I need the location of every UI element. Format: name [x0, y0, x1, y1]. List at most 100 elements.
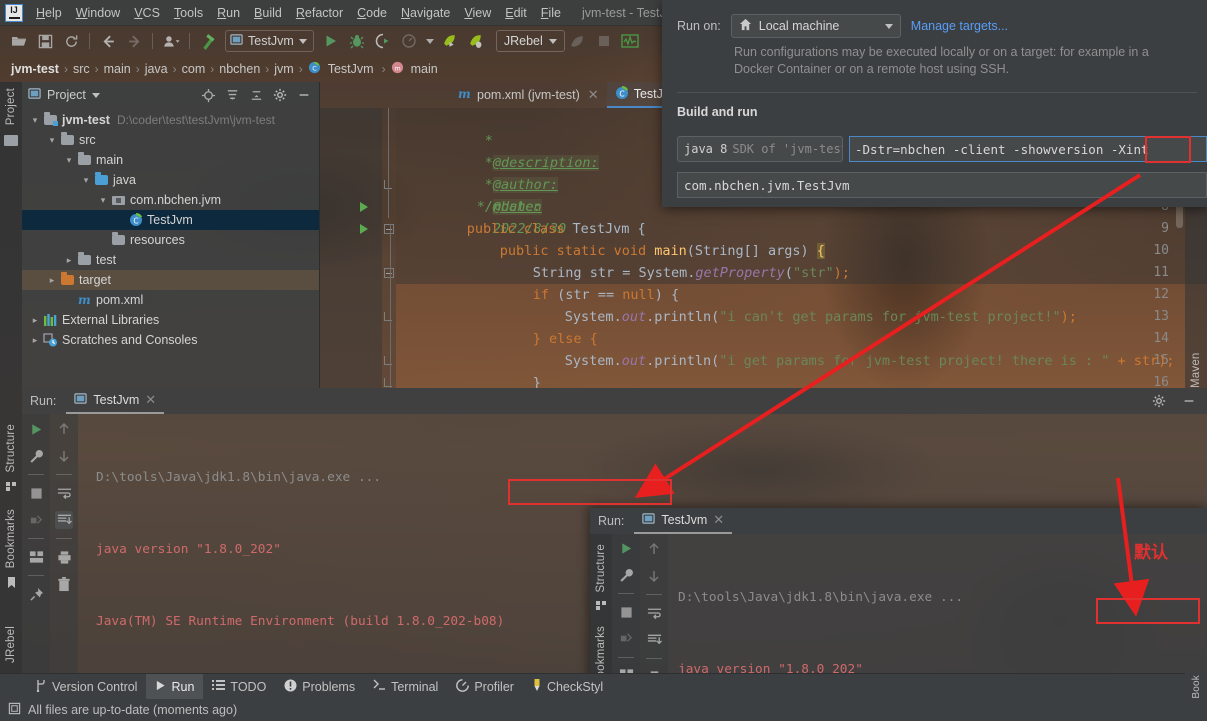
main-class-input[interactable]: com.nbchen.jvm.TestJvm — [677, 172, 1207, 198]
fold-end-marker[interactable] — [384, 356, 394, 366]
chevron-right-icon[interactable]: ▸ — [62, 255, 76, 266]
menu-tools[interactable]: Tools — [167, 3, 210, 23]
chevron-down-icon[interactable] — [92, 93, 100, 98]
menu-file[interactable]: File — [534, 3, 568, 23]
tree-node-resources[interactable]: resources — [22, 230, 319, 250]
activity-monitor-icon[interactable] — [619, 30, 641, 52]
menu-code[interactable]: Code — [350, 3, 394, 23]
tree-node-test[interactable]: ▸test — [22, 250, 319, 270]
rerun-icon[interactable] — [617, 540, 635, 558]
tool-button-terminal[interactable]: Terminal — [364, 674, 447, 700]
back-arrow-icon[interactable] — [97, 30, 119, 52]
chevron-down-icon[interactable]: ▾ — [62, 155, 76, 166]
breadcrumb-item-2[interactable]: main — [101, 62, 134, 76]
tree-node-pom-xml[interactable]: mpom.xml — [22, 290, 319, 310]
search-everywhere-icon[interactable] — [567, 30, 589, 52]
scroll-to-end-icon[interactable] — [55, 511, 73, 529]
manage-targets-link[interactable]: Manage targets... — [911, 19, 1008, 33]
stripe-label-structure[interactable]: Structure — [595, 544, 607, 592]
stripe-label-bookmarks[interactable]: Bookmarks — [5, 509, 17, 568]
chevron-down-icon[interactable]: ▾ — [45, 135, 59, 146]
chevron-down-icon[interactable]: ▾ — [96, 195, 110, 206]
stop-icon[interactable] — [27, 484, 45, 502]
menu-view[interactable]: View — [457, 3, 498, 23]
chevron-down-icon[interactable]: ▾ — [79, 175, 93, 186]
jrebel-run-icon[interactable] — [440, 30, 462, 52]
close-icon[interactable]: ✕ — [145, 392, 156, 408]
tree-node-target[interactable]: ▸target — [22, 270, 319, 290]
save-icon[interactable] — [34, 30, 56, 52]
close-icon[interactable]: ✕ — [713, 512, 724, 528]
menu-refactor[interactable]: Refactor — [289, 3, 350, 23]
chevron-right-icon[interactable]: ▸ — [28, 315, 42, 326]
menu-edit[interactable]: Edit — [498, 3, 534, 23]
fold-marker[interactable] — [384, 224, 394, 234]
soft-wrap-icon[interactable] — [55, 484, 73, 502]
scroll-to-end-icon[interactable] — [645, 631, 663, 649]
breadcrumb-item-8[interactable]: main — [408, 62, 441, 76]
breadcrumb-item-4[interactable]: com — [179, 62, 209, 76]
down-arrow-icon[interactable] — [55, 447, 73, 465]
menu-vcs[interactable]: VCS — [127, 3, 167, 23]
settings-wrench-icon[interactable] — [27, 447, 45, 465]
locate-icon[interactable] — [199, 86, 217, 104]
settings-gear-icon[interactable] — [271, 86, 289, 104]
breadcrumb-item-6[interactable]: jvm — [271, 62, 296, 76]
menu-help[interactable]: Help — [29, 3, 69, 23]
run-tab-testjvm[interactable]: TestJvm ✕ — [634, 508, 732, 534]
breadcrumb-item-7[interactable]: TestJvm — [325, 62, 377, 76]
collapse-all-icon[interactable] — [247, 86, 265, 104]
run-icon[interactable] — [320, 30, 342, 52]
hide-icon[interactable] — [1179, 391, 1199, 411]
run-method-gutter-icon[interactable] — [360, 224, 368, 234]
settings-gear-icon[interactable] — [1149, 391, 1169, 411]
target-selector[interactable]: Local machine — [731, 14, 901, 38]
fold-end-marker[interactable] — [384, 312, 394, 322]
run-coverage-icon[interactable] — [372, 30, 394, 52]
tree-node-com-nbchen-jvm[interactable]: ▾com.nbchen.jvm — [22, 190, 319, 210]
editor-tab-pom[interactable]: m pom.xml (jvm-test) ✕ — [450, 82, 607, 108]
chevron-down-icon[interactable]: ▾ — [28, 115, 42, 126]
tool-button-profiler[interactable]: Profiler — [447, 674, 523, 700]
menu-run[interactable]: Run — [210, 3, 247, 23]
settings-wrench-icon[interactable] — [617, 567, 635, 585]
hide-icon[interactable] — [295, 86, 313, 104]
stripe-label-bookmarks-right[interactable]: Book — [1191, 675, 1202, 699]
chevron-right-icon[interactable]: ▸ — [28, 335, 42, 346]
fold-marker[interactable] — [384, 268, 394, 278]
fold-end-marker[interactable] — [384, 180, 394, 190]
expand-all-icon[interactable] — [223, 86, 241, 104]
tool-button-run[interactable]: Run — [146, 674, 203, 700]
editor-gutter[interactable] — [320, 108, 382, 388]
open-folder-icon[interactable] — [8, 30, 30, 52]
close-icon[interactable]: ✕ — [588, 87, 599, 103]
fold-end-marker[interactable] — [384, 378, 394, 388]
down-arrow-icon[interactable] — [645, 567, 663, 585]
soft-wrap-icon[interactable] — [645, 604, 663, 622]
debug-icon[interactable] — [346, 30, 368, 52]
layout-icon[interactable] — [27, 548, 45, 566]
editor-fold-rail[interactable] — [382, 108, 396, 388]
tree-node-main[interactable]: ▾main — [22, 150, 319, 170]
more-run-options-icon[interactable] — [424, 30, 436, 52]
tree-node-java[interactable]: ▾java — [22, 170, 319, 190]
breadcrumb-item-3[interactable]: java — [142, 62, 171, 76]
tool-button-todo[interactable]: TODO — [203, 674, 275, 700]
tool-button-checkstyle[interactable]: CheckStyl — [523, 674, 612, 700]
jrebel-debug-icon[interactable] — [466, 30, 488, 52]
up-arrow-icon[interactable] — [645, 540, 663, 558]
stripe-label-jrebel[interactable]: JRebel — [5, 626, 17, 663]
tree-node-scratches-and-consoles[interactable]: ▸Scratches and Consoles — [22, 330, 319, 350]
run-class-gutter-icon[interactable] — [360, 202, 368, 212]
stop-icon[interactable] — [617, 603, 635, 621]
sync-icon[interactable] — [60, 30, 82, 52]
up-arrow-icon[interactable] — [55, 420, 73, 438]
print-icon[interactable] — [55, 548, 73, 566]
run-configuration-selector[interactable]: TestJvm — [225, 30, 314, 52]
profile-icon[interactable] — [160, 30, 182, 52]
menu-window[interactable]: Window — [69, 3, 127, 23]
project-tree[interactable]: ▾jvm-testD:\coder\test\testJvm\jvm-test▾… — [22, 108, 319, 388]
menu-build[interactable]: Build — [247, 3, 289, 23]
tool-button-version-control[interactable]: Version Control — [26, 674, 146, 700]
tree-node-testjvm[interactable]: CTestJvm — [22, 210, 319, 230]
